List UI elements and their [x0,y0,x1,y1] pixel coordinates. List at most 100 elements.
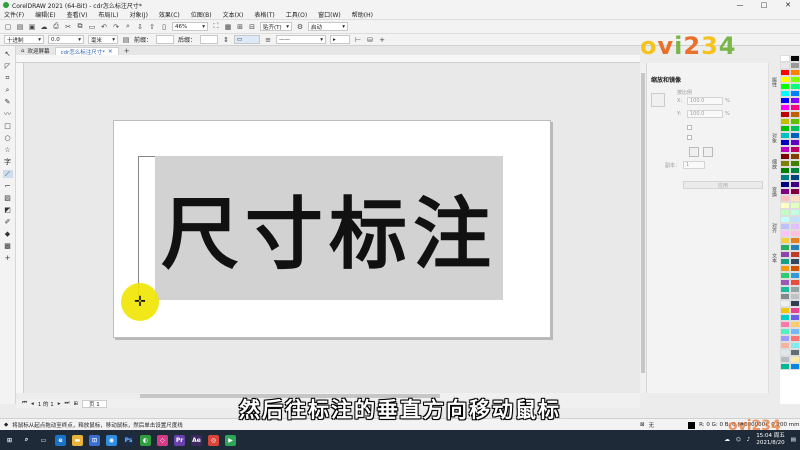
zoom-level-select[interactable]: 46% ▾ [172,22,208,31]
color-swatch[interactable] [780,314,790,321]
side-tab-objects[interactable]: 对象 [771,133,778,143]
color-swatch[interactable] [780,125,790,132]
color-swatch[interactable] [790,279,800,286]
text-tool-icon[interactable]: 字 [3,158,13,166]
color-swatch[interactable] [780,83,790,90]
close-tab-icon[interactable]: ✕ [108,49,113,55]
color-swatch[interactable] [790,167,800,174]
mirror-horizontal-icon[interactable] [689,147,699,157]
color-swatch[interactable] [790,97,800,104]
apply-button[interactable]: 应用 [683,181,763,189]
color-swatch[interactable] [780,139,790,146]
color-swatch[interactable] [780,237,790,244]
task-view-icon[interactable]: ▭ [38,435,49,446]
menu-window[interactable]: 窗口(W) [318,10,341,19]
mirror-vertical-icon[interactable] [703,147,713,157]
copies-input[interactable]: 1 [683,161,705,169]
color-swatch[interactable] [780,328,790,335]
color-swatch[interactable] [790,76,800,83]
color-swatch[interactable] [790,335,800,342]
show-units-icon[interactable]: ▤ [122,36,130,44]
color-swatch[interactable] [780,300,790,307]
app-dark-purple-icon[interactable]: Ae [191,434,202,446]
color-swatch[interactable] [790,363,800,370]
taskbar-search-icon[interactable]: ⌕ [21,435,32,446]
drop-shadow-tool-icon[interactable]: ▨ [3,194,13,202]
freehand-tool-icon[interactable]: ✎ [3,98,13,106]
grid-icon[interactable]: ⊞ [236,23,244,31]
guidelines-icon[interactable]: ⊟ [248,23,256,31]
text-object[interactable]: 尺寸标注 [155,156,503,300]
text-position-select[interactable]: ▭ [234,35,261,44]
copy-icon[interactable]: ⧉ [76,22,84,31]
color-swatch[interactable] [790,188,800,195]
add-icon[interactable]: + [378,36,386,44]
color-swatch[interactable] [790,83,800,90]
vertical-scroll-thumb[interactable] [641,73,645,373]
app-green-icon[interactable]: ▶ [225,434,236,446]
dimension-style-select[interactable]: 十进制 ▾ [4,35,44,44]
file-explorer-icon[interactable]: ▬ [72,434,83,446]
side-tab-scale[interactable]: 缩放 [771,159,778,169]
color-swatch[interactable] [780,307,790,314]
color-swatch[interactable] [780,181,790,188]
menu-help[interactable]: 帮助(H) [352,10,373,19]
color-swatch[interactable] [790,55,800,62]
color-swatch[interactable] [780,174,790,181]
notification-icon[interactable]: ▤ [791,437,796,443]
color-swatch[interactable] [780,356,790,363]
color-swatch[interactable] [780,209,790,216]
redo-icon[interactable]: ↷ [112,23,120,31]
publish-pdf-icon[interactable]: ▯ [160,23,168,31]
menu-effects[interactable]: 效果(C) [159,10,180,19]
interactive-fill-icon[interactable]: ◆ [3,230,13,238]
color-swatch[interactable] [780,111,790,118]
full-screen-icon[interactable]: ⛶ [212,22,220,31]
menu-layout[interactable]: 布局(L) [98,10,118,19]
zoom-tool-icon[interactable]: ⌕ [3,86,13,94]
color-swatch[interactable] [780,349,790,356]
color-swatch[interactable] [790,251,800,258]
color-swatch[interactable] [790,244,800,251]
color-swatch[interactable] [790,209,800,216]
color-swatch[interactable] [780,104,790,111]
color-swatch[interactable] [790,132,800,139]
color-swatch[interactable] [790,265,800,272]
close-button[interactable]: ✕ [776,0,800,10]
weather-icon[interactable]: ☁ [724,437,730,443]
coreldraw-taskbar-icon[interactable]: ◐ [140,434,151,446]
color-swatch[interactable] [780,265,790,272]
color-swatch[interactable] [790,104,800,111]
windows-start-icon[interactable]: ⊞ [4,435,15,446]
units-select[interactable]: 毫米 ▾ [88,35,118,44]
color-swatch[interactable] [780,146,790,153]
rectangle-tool-icon[interactable]: □ [3,122,13,130]
color-swatch[interactable] [780,272,790,279]
snap-to-select[interactable]: 贴齐(T) ▾ [260,22,292,31]
color-swatch[interactable] [780,223,790,230]
ellipse-tool-icon[interactable]: ○ [3,134,13,142]
color-swatch[interactable] [780,342,790,349]
arrowhead-select[interactable]: ▸ [330,35,351,44]
more-tools-icon[interactable]: + [3,254,13,262]
smart-fill-icon[interactable]: ▩ [3,242,13,250]
shape-tool-icon[interactable]: ◸ [3,62,13,70]
extension-lines-icon[interactable]: ⊢ [354,36,362,44]
color-swatch[interactable] [780,195,790,202]
color-swatch[interactable] [790,230,800,237]
menu-text[interactable]: 文本(X) [223,10,244,19]
color-swatch[interactable] [780,62,790,69]
menu-tools[interactable]: 工具(O) [286,10,307,19]
save-icon[interactable]: ▣ [28,23,36,31]
menu-object[interactable]: 对象(J) [129,10,147,19]
dynamic-dimension-icon[interactable]: ⇕ [222,36,230,44]
color-swatch[interactable] [780,216,790,223]
parallel-dimension-tool-icon[interactable]: ⟋ [2,170,13,178]
color-swatch[interactable] [780,335,790,342]
color-swatch[interactable] [780,153,790,160]
transparency-tool-icon[interactable]: ◩ [3,206,13,214]
export-icon[interactable]: ⇧ [148,23,156,31]
connector-tool-icon[interactable]: ⌐ [3,182,13,190]
y-scale-input[interactable]: 100.0 [687,110,723,118]
print-icon[interactable]: ⎙ [52,22,60,31]
